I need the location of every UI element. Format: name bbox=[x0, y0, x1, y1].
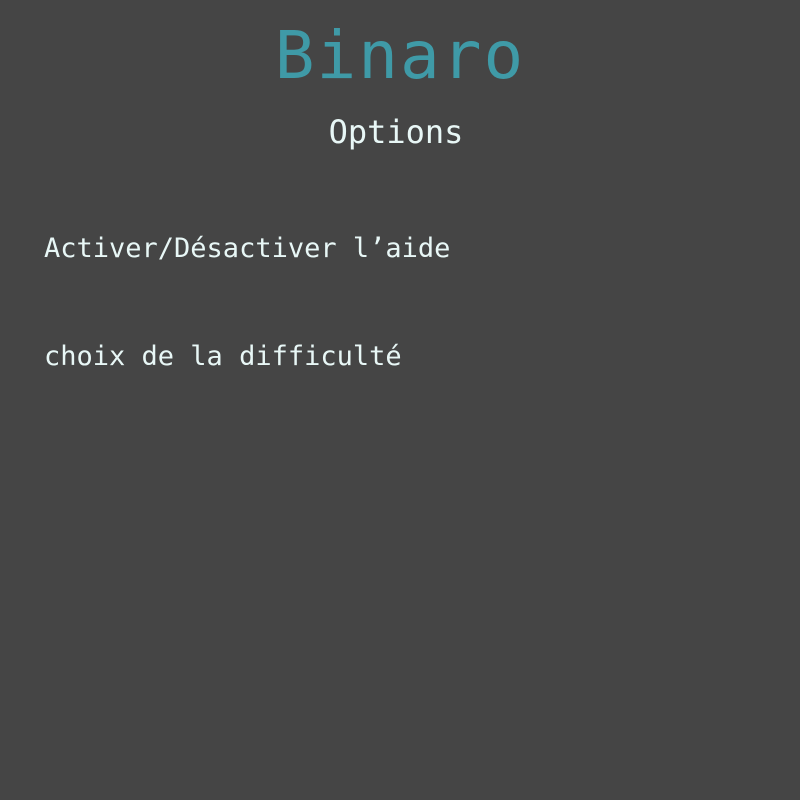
toggle-help-option[interactable]: Activer/Désactiver l’aide bbox=[44, 232, 450, 266]
difficulty-option[interactable]: choix de la difficulté bbox=[44, 340, 402, 374]
app-title: Binaro bbox=[274, 17, 526, 94]
page-title: Options bbox=[328, 113, 464, 151]
options-screen: Binaro Options Activer/Désactiver l’aide… bbox=[0, 0, 800, 800]
